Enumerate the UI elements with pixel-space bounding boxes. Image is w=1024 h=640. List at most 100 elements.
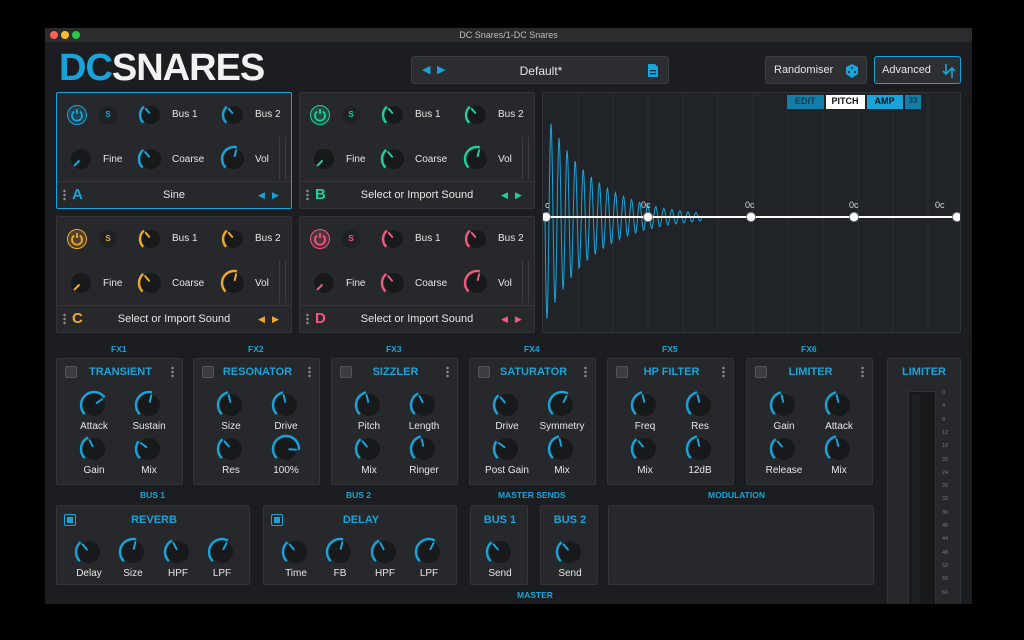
fx-menu-icon[interactable] <box>584 366 587 378</box>
fx-knob-freq[interactable] <box>629 389 661 421</box>
knob-lpf[interactable] <box>413 536 445 568</box>
fine-knob[interactable] <box>66 144 96 174</box>
coarse-knob[interactable] <box>379 268 409 298</box>
envelope-graph[interactable]: c 0c 0c 0c 0c <box>543 93 961 333</box>
fx-knob-length[interactable] <box>408 389 440 421</box>
knob-time[interactable] <box>280 536 312 568</box>
fine-knob[interactable] <box>309 268 339 298</box>
fx-knob-100-[interactable] <box>270 433 302 465</box>
fx-knob-mix[interactable] <box>546 433 578 465</box>
send-knob[interactable] <box>484 536 516 568</box>
bus1-send-knob[interactable] <box>137 225 165 253</box>
solo-button[interactable]: S <box>342 106 360 124</box>
sound-selector[interactable]: Select or Import Sound <box>300 313 534 325</box>
fx-knob-drive[interactable] <box>270 389 302 421</box>
coarse-knob[interactable] <box>379 144 409 174</box>
volume-knob[interactable] <box>462 144 492 174</box>
envelope-point[interactable] <box>643 212 653 222</box>
fx-knob-res[interactable] <box>215 433 247 465</box>
tab-edit[interactable]: EDIT <box>787 95 824 109</box>
bus2-send-knob[interactable] <box>220 101 248 129</box>
minimize-window-button[interactable] <box>61 31 69 39</box>
sound-selector[interactable]: Sine <box>57 189 291 201</box>
envelope-point[interactable] <box>746 212 756 222</box>
fx-knob-mix[interactable] <box>823 433 855 465</box>
fx-knob-post-gain[interactable] <box>491 433 523 465</box>
fx-knob-ringer[interactable] <box>408 433 440 465</box>
preset-selector[interactable]: ◀ ▶ Default* <box>411 56 669 84</box>
fx-knob-drive[interactable] <box>491 389 523 421</box>
power-button[interactable] <box>310 229 330 249</box>
fx-knob-release[interactable] <box>768 433 800 465</box>
tab-pitch[interactable]: PITCH <box>825 95 865 109</box>
coarse-knob[interactable] <box>136 268 166 298</box>
bus2-send-knob[interactable] <box>463 101 491 129</box>
fx-menu-icon[interactable] <box>308 366 311 378</box>
fx-menu-icon[interactable] <box>722 366 725 378</box>
zoom-window-button[interactable] <box>72 31 80 39</box>
fx-knob-pitch[interactable] <box>353 389 385 421</box>
power-button[interactable] <box>67 105 87 125</box>
volume-knob[interactable] <box>462 268 492 298</box>
fx-knob-symmetry[interactable] <box>546 389 578 421</box>
prev-sound-icon[interactable]: ◀ <box>501 314 508 325</box>
fx-knob-mix[interactable] <box>629 433 661 465</box>
envelope-point[interactable] <box>849 212 859 222</box>
power-button[interactable] <box>310 105 330 125</box>
envelope-display[interactable]: c 0c 0c 0c 0c EDIT PITCH AMP 33 <box>542 92 961 333</box>
next-sound-icon[interactable]: ▶ <box>515 314 522 325</box>
fx-knob-gain[interactable] <box>768 389 800 421</box>
knob-lpf[interactable] <box>206 536 238 568</box>
prev-sound-icon[interactable]: ◀ <box>258 314 265 325</box>
save-preset-icon[interactable] <box>648 64 658 77</box>
bus1-send-knob[interactable] <box>137 101 165 129</box>
prev-sound-icon[interactable]: ◀ <box>258 190 265 201</box>
fx-knob-size[interactable] <box>215 389 247 421</box>
volume-knob[interactable] <box>219 268 249 298</box>
next-sound-icon[interactable]: ▶ <box>515 190 522 201</box>
volume-knob[interactable] <box>219 144 249 174</box>
solo-button[interactable]: S <box>342 230 360 248</box>
knob-hpf[interactable] <box>162 536 194 568</box>
bus1-send-knob[interactable] <box>380 101 408 129</box>
coarse-knob[interactable] <box>136 144 166 174</box>
knob-hpf[interactable] <box>369 536 401 568</box>
fx-knob-mix[interactable] <box>133 433 165 465</box>
envelope-point[interactable] <box>543 212 551 222</box>
knob-size[interactable] <box>117 536 149 568</box>
next-sound-icon[interactable]: ▶ <box>272 190 279 201</box>
envelope-point[interactable] <box>952 212 962 222</box>
close-window-button[interactable] <box>50 31 58 39</box>
next-sound-icon[interactable]: ▶ <box>272 314 279 325</box>
tab-amp[interactable]: AMP <box>866 95 903 109</box>
knob-fb[interactable] <box>324 536 356 568</box>
sound-selector[interactable]: Select or Import Sound <box>57 313 291 325</box>
power-button[interactable] <box>67 229 87 249</box>
advanced-button[interactable]: Advanced <box>874 56 961 84</box>
modulation-panel[interactable] <box>608 505 874 585</box>
fx-menu-icon[interactable] <box>171 366 174 378</box>
fx-knob-attack[interactable] <box>823 389 855 421</box>
solo-button[interactable]: S <box>99 230 117 248</box>
vol-label: Vol <box>255 278 269 289</box>
fx-knob-gain[interactable] <box>78 433 110 465</box>
fine-knob[interactable] <box>66 268 96 298</box>
randomiser-button[interactable]: Randomiser <box>765 56 867 84</box>
fx-knob-res[interactable] <box>684 389 716 421</box>
fx-menu-icon[interactable] <box>446 366 449 378</box>
prev-sound-icon[interactable]: ◀ <box>501 190 508 201</box>
sound-selector[interactable]: Select or Import Sound <box>300 189 534 201</box>
fine-knob[interactable] <box>309 144 339 174</box>
fx-knob-12db[interactable] <box>684 433 716 465</box>
fx-knob-mix[interactable] <box>353 433 385 465</box>
fx-knob-attack[interactable] <box>78 389 110 421</box>
fx-knob-sustain[interactable] <box>133 389 165 421</box>
bus1-send-knob[interactable] <box>380 225 408 253</box>
send-knob[interactable] <box>554 536 586 568</box>
fx-menu-icon[interactable] <box>861 366 864 378</box>
bus2-send-knob[interactable] <box>220 225 248 253</box>
solo-button[interactable]: S <box>99 106 117 124</box>
bus2-send-knob[interactable] <box>463 225 491 253</box>
tab-33[interactable]: 33 <box>904 95 922 109</box>
knob-delay[interactable] <box>73 536 105 568</box>
